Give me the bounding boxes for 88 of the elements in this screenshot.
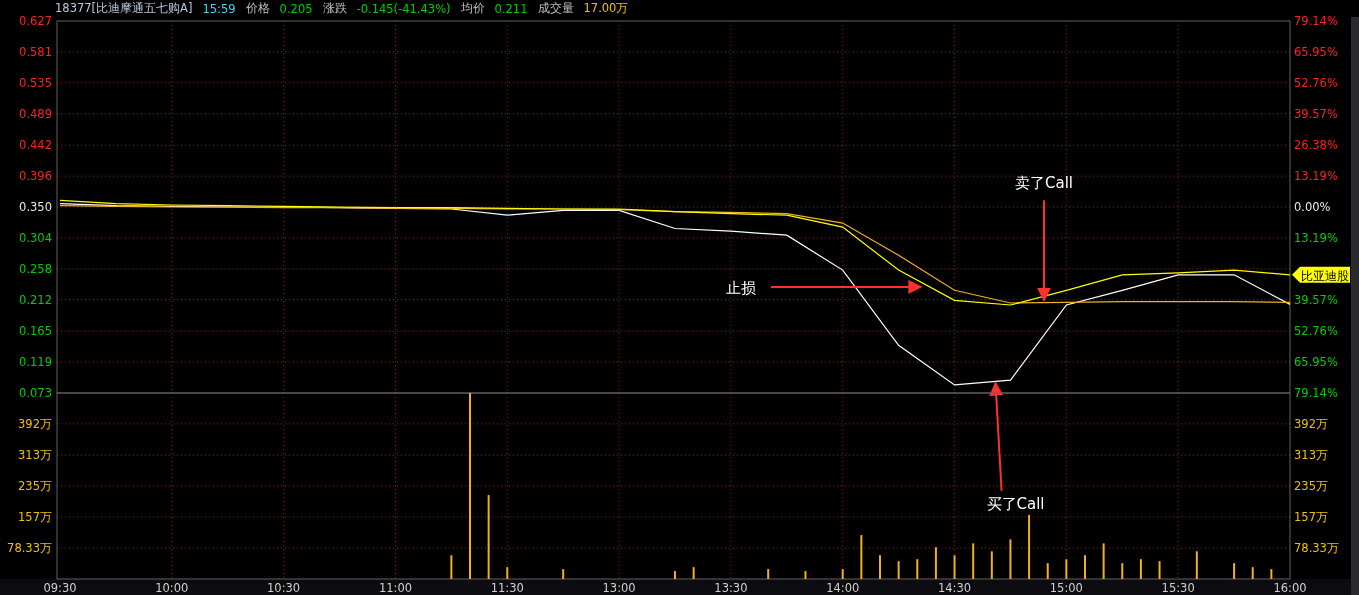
percent-axis-label: 79.14%: [1294, 386, 1338, 400]
volume-bar: [1158, 561, 1161, 579]
volume-bar: [841, 569, 844, 579]
time-axis-label: 16:00: [1273, 581, 1307, 595]
price-axis-label: 0.535: [19, 75, 52, 90]
field-value: 0.211: [494, 1, 528, 16]
volume-bar: [860, 535, 863, 579]
time-axis-label: 14:30: [937, 581, 972, 595]
volume-bar: [1139, 559, 1142, 579]
series-tag: 比亚迪股: [1292, 266, 1350, 283]
volume-bar: [1251, 567, 1254, 579]
volume-bar: [804, 571, 807, 579]
percent-axis-label: 13.19%: [1294, 230, 1338, 245]
volume-bar: [972, 543, 975, 579]
time-axis-label: 11:30: [490, 581, 524, 595]
percent-axis-label: 52.76%: [1294, 75, 1338, 90]
volume-axis-label: 235万: [18, 479, 52, 493]
percent-axis-label: 65.95%: [1294, 355, 1338, 370]
volume-bar: [450, 555, 453, 579]
field-label: 涨跌: [322, 1, 347, 16]
percent-axis-label: 39.57%: [1294, 106, 1338, 121]
volume-bar: [1102, 543, 1105, 579]
field-value: 0.205: [279, 1, 313, 16]
volume-bar: [562, 569, 565, 579]
volume-bar: [1233, 563, 1236, 579]
price-axis-label: 0.119: [19, 355, 52, 370]
volume-bar: [1121, 563, 1124, 579]
time-axis-label: 10:30: [267, 581, 301, 595]
field-label: 价格: [245, 1, 270, 16]
volume-axis-label: 157万: [1294, 509, 1328, 524]
percent-axis-label: 26.38%: [1294, 138, 1338, 153]
field-value: 17.00万: [583, 1, 629, 16]
percent-axis-label: 39.57%: [1294, 292, 1338, 307]
time-axis-label: 13:30: [714, 581, 748, 595]
time-axis-label: 11:00: [378, 581, 413, 595]
percent-axis-label: 0.00%: [1294, 200, 1331, 214]
field-label: 均价: [460, 1, 485, 16]
volume-bar: [1195, 551, 1198, 579]
volume-bar: [506, 567, 509, 579]
volume-bar: [916, 559, 919, 579]
percent-axis-label: 79.14%: [1294, 14, 1338, 28]
time-axis-label: 13:00: [602, 581, 636, 595]
volume-bar: [1270, 569, 1273, 579]
time-axis-label: 15:30: [1161, 581, 1195, 595]
volume-bar: [934, 547, 937, 579]
volume-bar: [1009, 539, 1012, 579]
price-axis-label: 0.350: [19, 200, 52, 214]
volume-axis-label: 235万: [1294, 479, 1328, 493]
volume-bar: [1046, 563, 1049, 579]
volume-bar: [990, 551, 993, 579]
price-axis-label: 0.258: [19, 261, 52, 276]
volume-bar: [692, 567, 695, 579]
scrollbar[interactable]: [1351, 17, 1359, 595]
volume-axis-label: 392万: [18, 416, 52, 431]
volume-bar: [1028, 514, 1031, 579]
time-axis-label: 14:00: [826, 581, 860, 595]
time-axis-label: 10:00: [155, 581, 189, 595]
price-axis-label: 0.073: [19, 386, 52, 400]
price-axis-label: 0.581: [19, 44, 52, 59]
percent-axis-label: 13.19%: [1294, 169, 1338, 184]
volume-axis-label: 78.33万: [1294, 541, 1339, 555]
volume-bar: [1065, 559, 1068, 579]
field-label: 成交量: [537, 1, 574, 16]
price-axis-label: 0.442: [19, 138, 52, 153]
price-axis-label: 0.489: [19, 106, 52, 121]
field-value: 15:59: [202, 1, 236, 16]
price-axis-label: 0.396: [19, 169, 52, 184]
volume-axis-label: 392万: [1294, 416, 1328, 431]
volume-bar: [767, 569, 770, 579]
time-axis-label: 09:30: [43, 581, 77, 595]
volume-axis-label: 157万: [18, 509, 52, 524]
time-axis-label: 15:00: [1049, 581, 1083, 595]
percent-axis-label: 65.95%: [1294, 44, 1338, 59]
percent-axis-label: 52.76%: [1294, 324, 1338, 339]
volume-axis-label: 313万: [1294, 448, 1328, 463]
annotation-text: 卖了Call: [1015, 174, 1073, 193]
field-value: -0.145(-41.43%): [356, 1, 451, 16]
annotation-text: 买了Call: [986, 494, 1045, 513]
volume-bar: [897, 561, 900, 579]
security-name: 18377[比迪摩通五七购A]: [55, 1, 193, 16]
price-axis-label: 0.304: [19, 230, 52, 245]
volume-axis-label: 78.33万: [7, 541, 52, 555]
price-axis-label: 0.627: [19, 14, 52, 28]
price-axis-label: 0.165: [19, 324, 52, 339]
volume-axis-label: 313万: [18, 448, 52, 463]
price-axis-label: 0.212: [19, 292, 52, 307]
annotation-text: 止损: [726, 278, 756, 297]
volume-bar: [953, 555, 956, 579]
